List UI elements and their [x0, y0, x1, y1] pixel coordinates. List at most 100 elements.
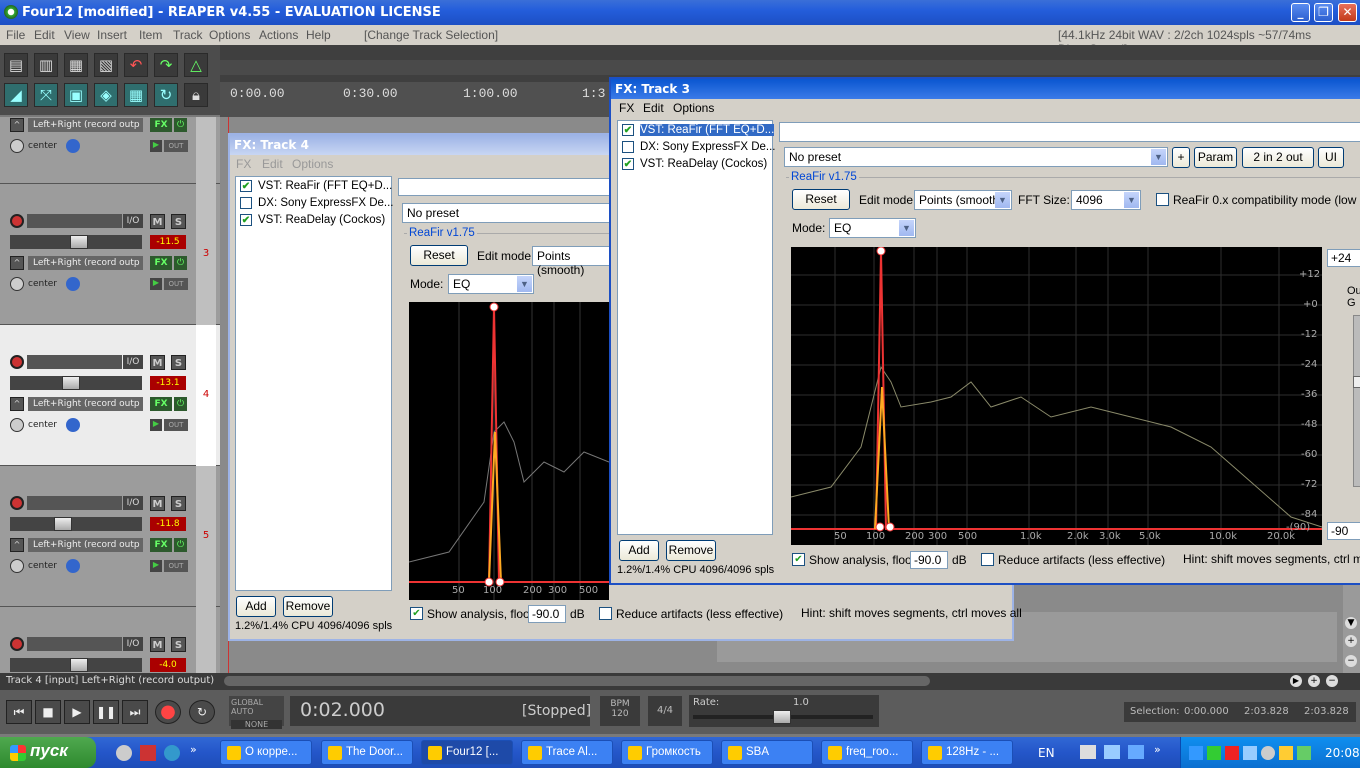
fx-chain-list[interactable]: ✔ VST: ReaFir (FFT EQ+D... DX: Sony Expre…: [617, 120, 776, 535]
quicklaunch-icon[interactable]: [1080, 745, 1096, 759]
taskbar-button[interactable]: The Door...: [321, 740, 413, 765]
phase-icon[interactable]: [66, 559, 80, 573]
maximize-button[interactable]: ❐: [1314, 3, 1333, 22]
fx-menu-fx[interactable]: FX: [236, 157, 251, 171]
go-to-start-icon[interactable]: ⏮: [6, 700, 32, 724]
mute-button[interactable]: M: [150, 355, 165, 370]
fader-knob[interactable]: [70, 235, 88, 249]
undo-icon[interactable]: ↶: [124, 53, 148, 77]
mode-dropdown[interactable]: EQ ▼: [829, 218, 916, 238]
input-select[interactable]: Left+Right (record outp: [28, 118, 143, 132]
io-button[interactable]: I/O: [123, 355, 143, 369]
chevron-down-icon[interactable]: ▼: [1151, 149, 1166, 165]
monitor-play-icon[interactable]: ▶: [150, 140, 162, 152]
fader-knob[interactable]: [62, 376, 80, 390]
menu-help[interactable]: Help: [306, 28, 331, 42]
fx-enable-checkbox[interactable]: ✔: [622, 158, 634, 170]
track-name-field[interactable]: [27, 214, 122, 228]
global-automation-button[interactable]: GLOBAL AUTO NONE: [229, 696, 284, 729]
track-2[interactable]: ^ Left+Right (record outp FX ⏻ center ▶ …: [0, 117, 220, 184]
minimize-button[interactable]: _: [1291, 3, 1310, 22]
solo-button[interactable]: S: [171, 355, 186, 370]
mute-button[interactable]: M: [150, 214, 165, 229]
title-bar[interactable]: Four12 [modified] - REAPER v4.55 - EVALU…: [0, 0, 1360, 25]
analysis-floor-field[interactable]: -90.0: [910, 551, 948, 569]
record-arm-button[interactable]: [10, 214, 24, 228]
fx-name-field[interactable]: [398, 178, 618, 196]
save-project-icon[interactable]: ▦: [64, 53, 88, 77]
automation-icon[interactable]: ^: [10, 538, 24, 552]
play-icon[interactable]: ▶: [64, 700, 90, 724]
monitor-play-icon[interactable]: ▶: [150, 278, 162, 290]
fx-button[interactable]: FX: [150, 538, 172, 552]
output-gain-slider[interactable]: [1353, 315, 1360, 487]
fx-chain-item[interactable]: DX: Sony ExpressFX De...: [240, 197, 394, 213]
pan-knob[interactable]: [10, 559, 24, 573]
phase-icon[interactable]: [66, 418, 80, 432]
tray-icon[interactable]: [1225, 746, 1239, 760]
zoom-in-icon[interactable]: +: [1308, 675, 1320, 687]
quicklaunch-icon[interactable]: [116, 745, 132, 761]
tray-icon[interactable]: [1261, 746, 1275, 760]
fx-button[interactable]: FX: [150, 118, 172, 132]
horizontal-scrollbar[interactable]: [224, 676, 930, 686]
fft-size-dropdown[interactable]: 4096 ▼: [1071, 190, 1141, 210]
chevron-down-icon[interactable]: ▼: [1124, 192, 1139, 208]
quicklaunch-icon[interactable]: [1104, 745, 1120, 759]
fx-window-track3[interactable]: FX: Track 3 FX Edit Options ✔ VST: ReaFir…: [609, 77, 1360, 585]
mute-button[interactable]: M: [150, 496, 165, 511]
automation-icon[interactable]: ^: [10, 397, 24, 411]
fx-enable-checkbox[interactable]: ✔: [622, 124, 634, 136]
gain-max-field[interactable]: +24: [1327, 249, 1360, 267]
add-fx-button[interactable]: Add: [236, 596, 276, 617]
zoom-out-icon[interactable]: −: [1345, 655, 1357, 667]
taskbar-button-active[interactable]: Four12 [...: [421, 740, 513, 765]
record-arm-button[interactable]: [10, 496, 24, 510]
quicklaunch-icon[interactable]: [140, 745, 156, 761]
preset-dropdown[interactable]: No preset: [402, 203, 612, 223]
zoom-in-icon[interactable]: +: [1345, 635, 1357, 647]
clock[interactable]: 20:08: [1325, 746, 1360, 760]
record-arm-button[interactable]: [10, 637, 24, 651]
language-indicator[interactable]: EN: [1038, 746, 1055, 760]
io-button[interactable]: I/O: [123, 637, 143, 651]
track-name-field[interactable]: [27, 637, 122, 651]
scroll-down-icon[interactable]: ▼: [1345, 617, 1357, 629]
input-select[interactable]: Left+Right (record outp: [28, 397, 143, 411]
close-button[interactable]: ✕: [1338, 3, 1357, 22]
track-name-field[interactable]: [27, 496, 122, 510]
redo-icon[interactable]: ↷: [154, 53, 178, 77]
menu-item[interactable]: Item: [139, 28, 162, 42]
record-icon[interactable]: ●: [155, 700, 181, 724]
mute-button[interactable]: M: [150, 637, 165, 652]
pan-knob[interactable]: [10, 139, 24, 153]
open-project-icon[interactable]: ▥: [34, 53, 58, 77]
edit-mode-dropdown[interactable]: Points (smooth) ▼: [914, 190, 1012, 210]
reduce-artifacts-checkbox[interactable]: [599, 607, 612, 620]
eq-point[interactable]: [876, 247, 886, 256]
tray-icon[interactable]: [1189, 746, 1203, 760]
routing-button[interactable]: 2 in 2 out: [1242, 147, 1314, 168]
menu-view[interactable]: View: [64, 28, 90, 42]
solo-button[interactable]: S: [171, 637, 186, 652]
analysis-floor-field[interactable]: -90.0: [528, 605, 566, 623]
tray-icon[interactable]: [1243, 746, 1257, 760]
input-select[interactable]: Left+Right (record outp: [28, 538, 143, 552]
chevron-down-icon[interactable]: ▼: [517, 276, 532, 292]
network-icon[interactable]: [1297, 746, 1311, 760]
monitor-play-icon[interactable]: ▶: [150, 419, 162, 431]
envelope-points-icon[interactable]: ◈: [94, 83, 118, 107]
rate-slider-thumb[interactable]: [773, 710, 791, 724]
stop-icon[interactable]: ■: [35, 700, 61, 724]
fx-bypass-icon[interactable]: ⏻: [174, 538, 187, 552]
fx-menu-edit[interactable]: Edit: [643, 101, 664, 115]
fx-enable-checkbox[interactable]: [622, 141, 634, 153]
taskbar-button[interactable]: О корре...: [220, 740, 312, 765]
fx-chain-item[interactable]: DX: Sony ExpressFX De...: [622, 141, 776, 157]
time-display[interactable]: 0:02.000 [Stopped]: [290, 696, 591, 726]
ui-button[interactable]: UI: [1318, 147, 1344, 168]
fx-chain-item[interactable]: ✔ VST: ReaDelay (Cockos): [622, 158, 767, 174]
ruler-region-bar[interactable]: [220, 60, 1360, 75]
snap-grid-icon[interactable]: ▦: [124, 83, 148, 107]
menu-file[interactable]: File: [6, 28, 25, 42]
